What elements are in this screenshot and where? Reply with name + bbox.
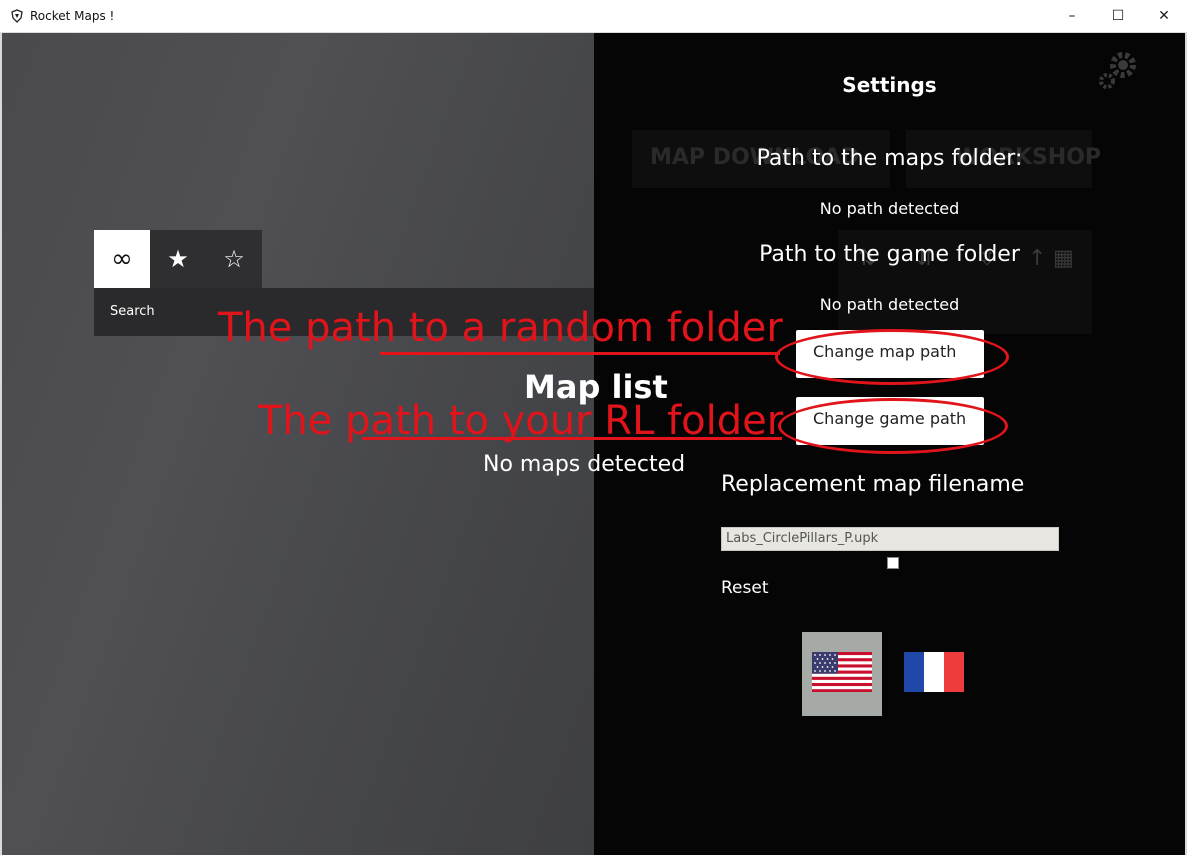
replacement-checkbox[interactable] <box>887 557 899 569</box>
maximize-button[interactable]: ☐ <box>1095 0 1141 33</box>
language-french-button[interactable] <box>894 632 974 716</box>
filter-all-button[interactable]: ∞ <box>94 230 150 288</box>
maps-folder-value: No path detected <box>819 199 960 218</box>
annotation-game-ellipse <box>778 398 1008 454</box>
replacement-map-input[interactable]: Labs_CirclePillars_P.upk <box>721 527 1059 551</box>
france-flag-icon <box>904 652 964 692</box>
annotation-map-underline <box>380 352 780 355</box>
rocket-icon <box>10 9 24 23</box>
main-pane <box>2 33 594 855</box>
title-bar: Rocket Maps ! – ☐ ✕ <box>0 0 1187 33</box>
window-title: Rocket Maps ! <box>30 9 115 23</box>
settings-title: Settings <box>842 73 937 97</box>
close-button[interactable]: ✕ <box>1141 0 1187 33</box>
annotation-game-underline <box>362 437 782 440</box>
annotation-map-ellipse <box>775 329 1009 385</box>
game-folder-heading: Path to the game folder <box>759 242 1020 267</box>
filter-non-favorites-button[interactable]: ☆ <box>206 230 262 288</box>
search-label: Search <box>110 304 155 319</box>
minimize-button[interactable]: – <box>1049 0 1095 33</box>
filter-favorites-button[interactable]: ★ <box>150 230 206 288</box>
replacement-map-label: Replacement map filename <box>721 472 1025 497</box>
reset-button[interactable]: Reset <box>721 578 769 598</box>
language-english-button[interactable] <box>802 632 882 716</box>
annotation-map-path-note: The path to a random folder <box>218 305 783 351</box>
us-flag-icon <box>812 652 872 692</box>
maps-folder-heading: Path to the maps folder: <box>756 146 1023 171</box>
favorites-filter-bar: ∞ ★ ☆ <box>94 230 262 288</box>
